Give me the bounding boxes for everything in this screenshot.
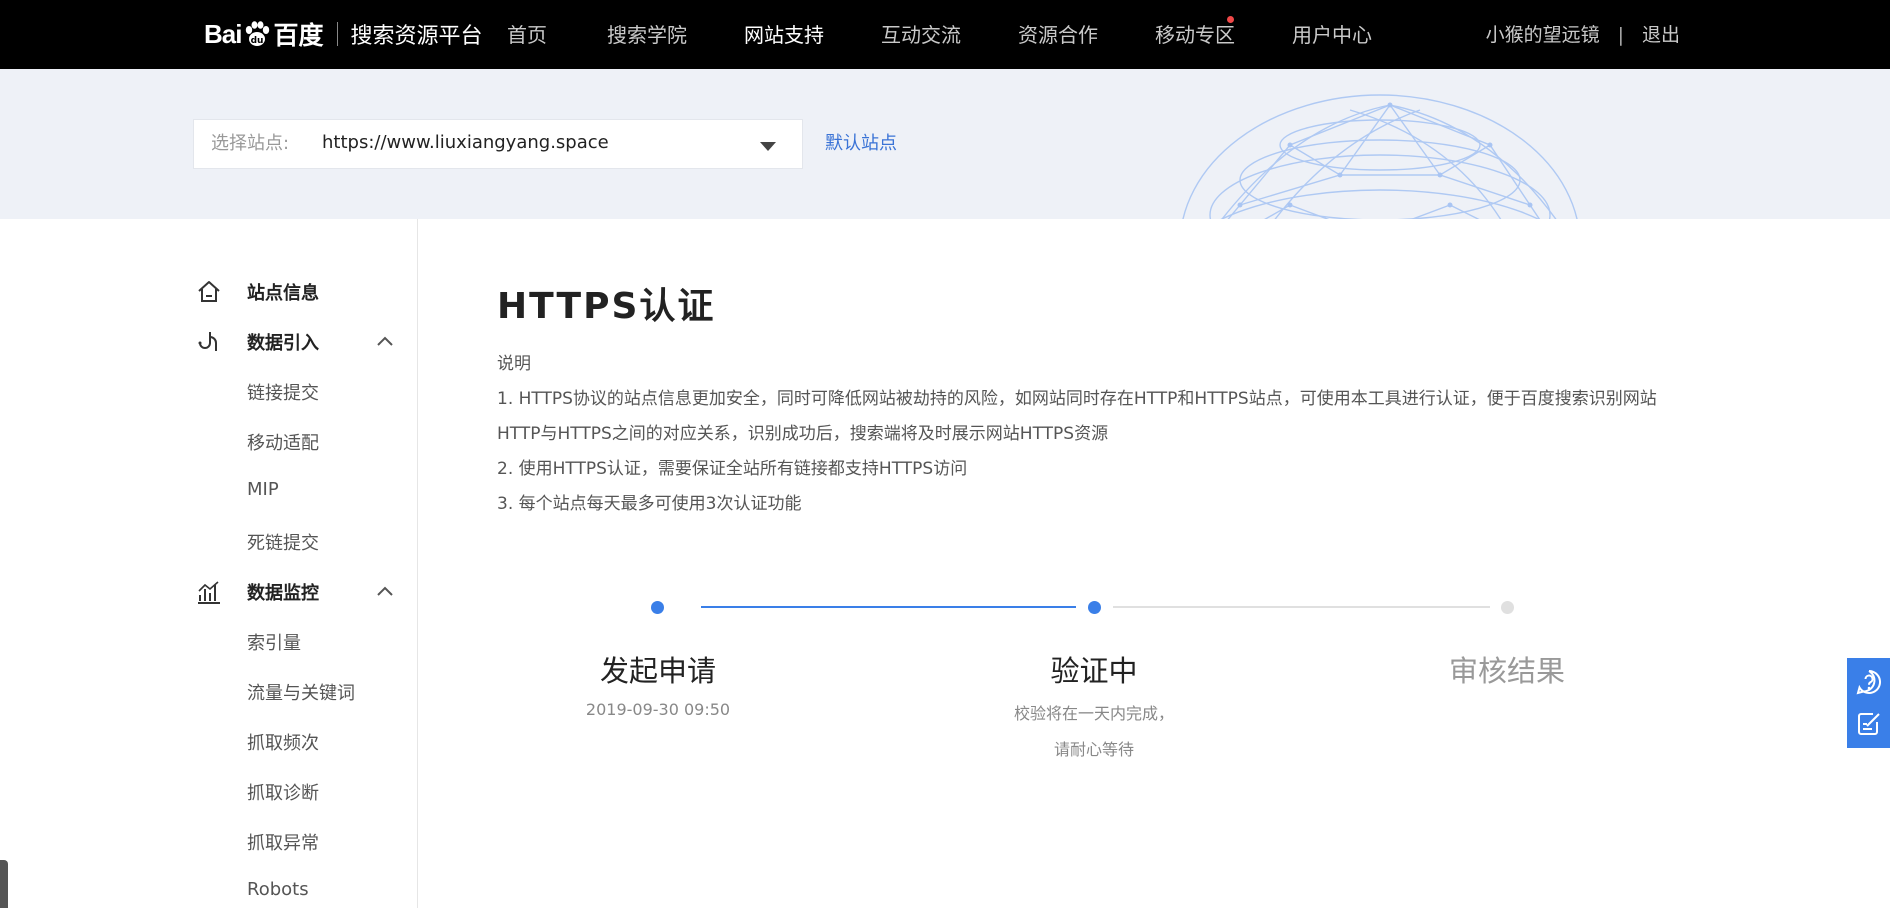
chevron-down-icon[interactable]: [760, 142, 776, 151]
logo-text-bai: Bai: [204, 18, 242, 49]
step-title-result: 审核结果: [1448, 654, 1565, 688]
description-line: 2. 使用HTTPS认证，需要保证全站所有链接都支持HTTPS访问: [497, 459, 968, 479]
step-title-verifying: 验证中: [1050, 654, 1138, 688]
sidebar-item-traffic-keywords[interactable]: 流量与关键词: [247, 679, 355, 705]
description-heading: 说明: [497, 354, 531, 374]
baidu-logo[interactable]: Bai du 百度 搜索资源平台: [204, 12, 483, 56]
step-connector-pending: [1113, 606, 1490, 608]
chevron-up-icon[interactable]: [374, 331, 396, 353]
left-sidebar: [0, 219, 418, 908]
site-selector-value: https://www.liuxiangyang.space: [322, 132, 609, 153]
page-title: HTTPS认证: [497, 286, 716, 327]
site-banner: 选择站点: https://www.liuxiangyang.space 默认站…: [0, 69, 1890, 219]
data-monitor-icon: [198, 581, 220, 604]
sidebar-item-crawl-diagnosis[interactable]: 抓取诊断: [247, 779, 319, 805]
svg-text:du: du: [251, 36, 264, 46]
step-dot-current: [1088, 601, 1101, 614]
sidebar-item-crawl-errors[interactable]: 抓取异常: [247, 829, 319, 855]
sidebar-group-data-monitor[interactable]: 数据监控: [196, 577, 393, 607]
description-line: 3. 每个站点每天最多可使用3次认证功能: [497, 494, 802, 514]
floating-toolbar: [1847, 658, 1890, 748]
help-icon[interactable]: [1855, 668, 1883, 696]
data-import-icon: [198, 332, 217, 351]
step-connector-done: [701, 606, 1076, 608]
sidebar-item-site-info[interactable]: 站点信息: [196, 277, 319, 307]
globe-mesh-graphic: [1182, 94, 1578, 219]
sidebar-item-robots[interactable]: Robots: [247, 879, 309, 900]
nav-mobile-zone[interactable]: 移动专区: [1155, 0, 1235, 69]
user-area: 小猴的望远镜 | 退出: [1486, 0, 1680, 69]
nav-resource-cooperation[interactable]: 资源合作: [1018, 0, 1098, 69]
nav-site-support[interactable]: 网站支持: [744, 0, 824, 69]
username-link[interactable]: 小猴的望远镜: [1486, 24, 1600, 46]
top-nav-bar: Bai du 百度 搜索资源平台 首页 搜索学院 网站支持 互动交流 资源合作 …: [0, 0, 1890, 69]
description-line: 1. HTTPS协议的站点信息更加安全，同时可降低网站被劫持的风险，如网站同时存…: [497, 389, 1657, 409]
description-line: HTTP与HTTPS之间的对应关系，识别成功后，搜索端将及时展示网站HTTPS资…: [497, 424, 1109, 444]
sidebar-item-dead-link-submit[interactable]: 死链提交: [247, 529, 319, 555]
default-site-link[interactable]: 默认站点: [825, 119, 897, 169]
nav-user-center[interactable]: 用户中心: [1292, 0, 1372, 69]
sidebar-item-crawl-frequency[interactable]: 抓取频次: [247, 729, 319, 755]
sidebar-group-title: 站点信息: [247, 283, 319, 304]
sidebar-item-index-volume[interactable]: 索引量: [247, 629, 301, 655]
sidebar-group-title: 数据引入: [247, 333, 319, 354]
sidebar-item-link-submit[interactable]: 链接提交: [247, 379, 319, 405]
home-icon: [198, 281, 220, 302]
logout-link[interactable]: 退出: [1642, 24, 1680, 46]
step-note: 请耐心等待: [1053, 740, 1134, 759]
platform-name: 搜索资源平台: [350, 24, 483, 49]
sidebar-group-title: 数据监控: [247, 583, 319, 604]
sidebar-item-mobile-adapt[interactable]: 移动适配: [247, 429, 319, 455]
step-note: 校验将在一天内完成，: [1013, 704, 1174, 723]
paw-icon: du: [246, 21, 270, 46]
chevron-up-icon[interactable]: [374, 581, 396, 603]
site-selector-label: 选择站点:: [211, 133, 290, 154]
user-separator: |: [1617, 24, 1624, 46]
nav-interaction[interactable]: 互动交流: [881, 0, 961, 69]
logo-text-du: 百度: [273, 21, 324, 50]
step-timestamp: 2019-09-30 09:50: [585, 700, 731, 719]
sidebar-group-data-import[interactable]: 数据引入: [196, 327, 393, 357]
nav-home[interactable]: 首页: [507, 0, 547, 69]
site-selector[interactable]: 选择站点: https://www.liuxiangyang.space: [193, 119, 803, 169]
logo-divider: [337, 22, 339, 46]
nav-search-academy[interactable]: 搜索学院: [607, 0, 687, 69]
step-dot-done: [651, 601, 664, 614]
step-title-submit: 发起申请: [599, 654, 716, 688]
step-dot-pending: [1501, 601, 1514, 614]
sidebar-item-mip[interactable]: MIP: [247, 479, 279, 500]
left-edge-tab[interactable]: [0, 860, 8, 908]
feedback-edit-icon[interactable]: [1855, 710, 1883, 738]
notification-dot: [1227, 16, 1234, 23]
